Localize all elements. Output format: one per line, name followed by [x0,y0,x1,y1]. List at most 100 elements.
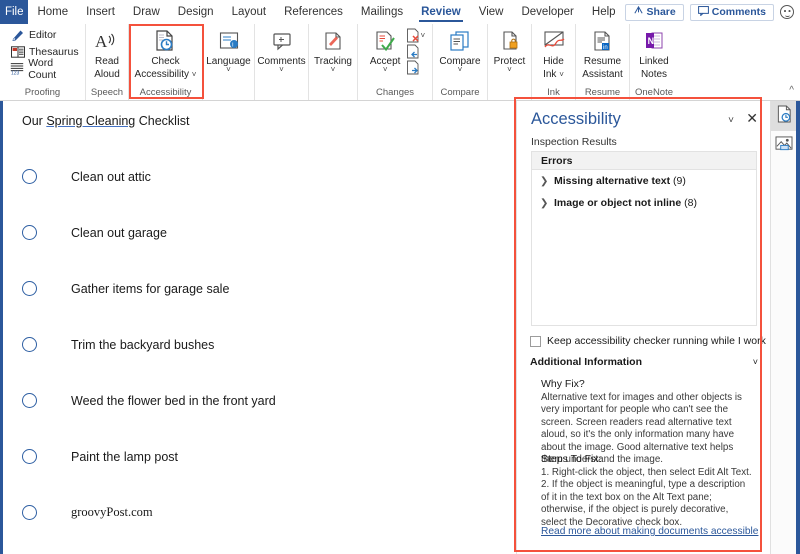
right-edge-scrollbar[interactable] [796,101,800,554]
checklist-item-watermark[interactable]: groovyPost.com [22,505,153,520]
steps-to-fix-heading: Steps To Fix: [541,453,602,465]
compare-button[interactable]: Compare ˅ [434,26,485,74]
chevron-right-icon[interactable]: ❯ [540,198,554,209]
tab-home[interactable]: Home [28,0,77,24]
ribbon-group-tracking: Tracking ˅ [309,24,358,100]
editor-button[interactable]: Editor [6,26,60,43]
checklist-item[interactable]: Weed the flower bed in the front yard [22,393,276,408]
word-window: File Home Insert Draw Design Layout Refe… [0,0,800,554]
checklist-item[interactable]: Clean out attic [22,169,151,184]
chevron-down-icon[interactable]: ˅ [226,66,231,74]
ribbon-group-proofing: Editor Thesaurus 123 Word Count Proofing [0,24,86,100]
ribbon-group-ink: Hide Ink ˅ Ink [532,24,576,100]
tab-mailings[interactable]: Mailings [352,0,412,24]
editor-label: Editor [29,28,57,41]
additional-information-header[interactable]: Additional Information ˅ [530,356,758,368]
right-task-pane-strip [770,101,797,554]
alt-text-strip-button[interactable] [771,131,797,161]
keep-checker-running-checkbox[interactable]: Keep accessibility checker running while… [530,335,766,347]
chevron-down-icon[interactable]: ˅ [279,66,284,74]
chevron-down-icon[interactable]: ˅ [458,66,463,74]
checkbox-circle-icon[interactable] [22,505,37,520]
share-label: Share [646,6,676,18]
alt-text-image-icon [775,135,793,157]
checkbox-circle-icon[interactable] [22,225,37,240]
previous-change-button[interactable] [405,44,425,59]
linked-notes-button[interactable]: N Linked Notes [634,26,674,80]
comments-label: Comments [711,6,766,18]
hide-ink-label-2: Ink ˅ [543,69,564,80]
hide-ink-button[interactable]: Hide Ink ˅ [534,26,574,80]
send-feedback-smiley-icon[interactable] [780,5,794,19]
group-label-ink: Ink [547,86,560,98]
checkbox-icon[interactable] [530,335,541,347]
chevron-down-icon[interactable]: ˅ [753,358,758,367]
error-group-missing-alt-text[interactable]: ❯ Missing alternative text (9) [532,170,756,192]
checkbox-circle-icon[interactable] [22,393,37,408]
checkbox-circle-icon[interactable] [22,449,37,464]
tab-help[interactable]: Help [583,0,625,24]
checklist-item[interactable]: Trim the backyard bushes [22,337,214,352]
chevron-down-icon[interactable]: ˅ [559,70,564,79]
reject-button[interactable]: ˅ [405,28,425,43]
comments-button[interactable]: Comments [689,3,774,21]
collapse-ribbon-button[interactable]: ^ [789,85,800,100]
group-label-accessibility: Accessibility [139,86,192,98]
chevron-down-icon[interactable]: ˅ [331,66,336,74]
chevron-down-icon[interactable]: ˅ [507,66,512,74]
read-aloud-button[interactable]: A Read Aloud [87,26,127,80]
tab-draw[interactable]: Draw [124,0,169,24]
language-button[interactable]: i Language ˅ [201,26,256,74]
additional-information-label: Additional Information [530,356,642,368]
checklist-item[interactable]: Clean out garage [22,225,167,240]
inspection-results-list[interactable]: Errors ❯ Missing alternative text (9) ❯ … [531,151,757,326]
tab-insert[interactable]: Insert [77,0,124,24]
word-count-icon: 123 [10,61,24,76]
chevron-down-icon[interactable]: ˅ [383,66,388,74]
svg-text:123: 123 [11,70,20,75]
word-count-button[interactable]: 123 Word Count [6,57,85,81]
checklist-item[interactable]: Paint the lamp post [22,449,178,464]
ribbon-group-onenote: N Linked Notes OneNote [630,24,678,100]
protect-button[interactable]: Protect ˅ [489,26,531,74]
checkbox-circle-icon[interactable] [22,281,37,296]
linked-notes-label-2: Notes [640,69,668,80]
resume-assistant-icon: in [589,28,615,54]
tab-developer[interactable]: Developer [512,0,582,24]
tab-layout[interactable]: Layout [223,0,276,24]
resume-assistant-button[interactable]: in Resume Assistant [577,26,628,80]
errors-header: Errors [532,152,756,170]
accessibility-checker-icon [776,105,793,128]
chevron-right-icon[interactable]: ❯ [540,176,554,187]
left-margin-rule [0,101,3,554]
chevron-down-icon[interactable]: ˅ [192,70,197,79]
ribbon: Editor Thesaurus 123 Word Count Proofing [0,24,800,101]
checklist-item[interactable]: Gather items for garage sale [22,281,229,296]
ribbon-tabbar: File Home Insert Draw Design Layout Refe… [0,0,800,24]
tab-references[interactable]: References [275,0,352,24]
error-group-image-not-inline[interactable]: ❯ Image or object not inline (8) [532,192,756,214]
check-accessibility-label-2: Accessibility ˅ [134,69,197,80]
tab-view[interactable]: View [470,0,513,24]
error-label: Missing alternative text [554,175,671,187]
checkbox-circle-icon[interactable] [22,337,37,352]
chevron-down-icon[interactable]: ˅ [420,31,425,39]
pane-options-chevron-icon[interactable]: ˅ [728,116,734,126]
share-button[interactable]: Share [624,3,684,21]
comment-bubble-icon [697,5,709,19]
checkbox-circle-icon[interactable] [22,169,37,184]
group-label-changes: Changes [375,86,415,98]
previous-change-icon [405,44,420,59]
check-accessibility-button[interactable]: Check Accessibility ˅ [130,26,202,80]
tab-review[interactable]: Review [412,0,470,24]
tracking-button[interactable]: Tracking ˅ [309,26,357,74]
accessibility-checker-strip-button[interactable] [771,101,797,131]
comments-group-button[interactable]: Comments ˅ [252,26,310,74]
accept-button[interactable]: Accept ˅ [365,26,406,74]
close-icon[interactable]: ✕ [746,111,758,125]
tab-file[interactable]: File [0,0,29,24]
learn-more-link[interactable]: Read more about making documents accessi… [541,526,758,537]
next-change-button[interactable] [405,60,425,75]
group-label-speech: Speech [90,86,124,98]
tab-design[interactable]: Design [169,0,223,24]
